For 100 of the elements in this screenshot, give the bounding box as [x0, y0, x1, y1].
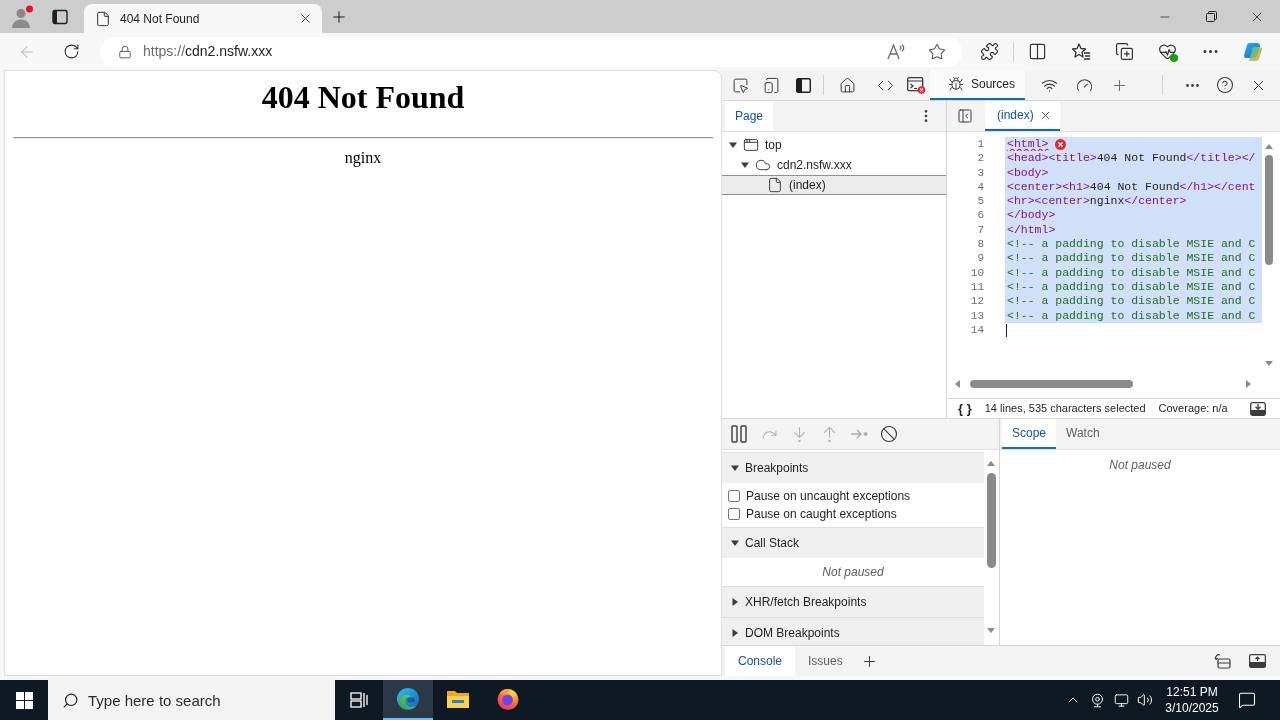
code-line: <html>: [1006, 137, 1049, 152]
coverage-status: Coverage: n/a: [1158, 401, 1228, 417]
volume-icon[interactable]: [1137, 692, 1153, 708]
slashed-circle-icon[interactable]: [880, 425, 898, 443]
navigator-tab[interactable]: Page: [725, 101, 774, 131]
code-line: <!-- a padding to disable MSIE and C: [1006, 237, 1256, 252]
cloud-icon: [755, 157, 771, 173]
section-header[interactable]: XHR/fetch Breakpoints: [722, 586, 984, 617]
assistant-logo-icon[interactable]: [1242, 40, 1264, 63]
caret-down-icon[interactable]: [731, 539, 739, 547]
line-number: 9: [977, 251, 984, 266]
letter-sound-icon[interactable]: [887, 43, 906, 60]
file-icon: [767, 177, 783, 193]
line-number: 8: [977, 237, 984, 252]
heart-pulse-icon[interactable]: [1158, 41, 1178, 62]
file-tab[interactable]: (index): [985, 101, 1060, 131]
line-number: 3: [977, 165, 984, 180]
line-number: 11: [970, 279, 984, 295]
fox-globe-icon: [496, 687, 520, 711]
caret-right-icon[interactable]: [731, 629, 739, 637]
split-screen-icon[interactable]: [1028, 42, 1047, 61]
line-number: 13: [970, 308, 984, 323]
code-line: </html>: [1006, 222, 1056, 238]
server-name: nginx: [344, 149, 382, 167]
camera-icon[interactable]: [1089, 692, 1105, 708]
scroll-right-arrow-icon[interactable]: [1246, 379, 1251, 388]
code-line: <!-- a padding to disable MSIE and C: [1006, 308, 1256, 323]
checkbox-label: Pause on caught exceptions: [746, 506, 897, 523]
selection-info: 14 lines, 535 characters selected: [984, 401, 1146, 417]
pointer-square-icon[interactable]: [731, 76, 749, 94]
tray-curved-arrow-icon[interactable]: [1214, 653, 1231, 669]
drawer-tab[interactable]: Console: [725, 646, 796, 676]
speech-bubble-icon[interactable]: [1238, 691, 1256, 709]
code-line: <hr><center>nginx</center>: [1006, 194, 1187, 209]
address-bar[interactable]: https://cdn2.nsfw.xxx: [100, 36, 962, 67]
windows-logo-icon[interactable]: [15, 691, 33, 709]
section-header[interactable]: Call Stack: [722, 527, 984, 558]
drawer-tab[interactable]: Issues: [795, 646, 856, 676]
format-button[interactable]: { }: [958, 398, 972, 419]
folder-icon: [446, 688, 470, 710]
home-icon[interactable]: [838, 76, 856, 94]
caret-down-icon[interactable]: [731, 464, 739, 472]
clock-date[interactable]: 3/10/2025: [1165, 700, 1219, 716]
line-number: 7: [977, 222, 984, 238]
code-line: <!-- a padding to disable MSIE and C: [1006, 279, 1256, 295]
phone-tablet-icon[interactable]: [762, 76, 780, 94]
tree-item[interactable]: top: [722, 135, 946, 155]
star-icon[interactable]: [928, 42, 946, 61]
checkbox-label: Pause on uncaught exceptions: [746, 488, 911, 505]
code-line: <center><h1>404 Not Found</h1></cent: [1006, 179, 1256, 195]
section-header[interactable]: DOM Breakpoints: [722, 617, 984, 645]
scrollbar-thumb[interactable]: [1265, 155, 1273, 265]
code-line: <head><title>404 Not Found</title></: [1006, 151, 1256, 166]
code-line: <!-- a padding to disable MSIE and C: [1006, 265, 1256, 280]
scroll-down-arrow-icon[interactable]: [1265, 361, 1273, 366]
checkbox[interactable]: [728, 490, 740, 502]
search-field[interactable]: Type here to search: [48, 680, 335, 720]
profile-avatar-icon[interactable]: [10, 4, 34, 29]
close-icon[interactable]: [298, 11, 313, 26]
caret-down-icon[interactable]: [741, 161, 749, 169]
line-number: 14: [970, 322, 984, 338]
sidebar-tab[interactable]: Watch: [1056, 419, 1110, 449]
tree-item[interactable]: cdn2.nsfw.xxx: [722, 155, 946, 175]
scroll-left-arrow-icon[interactable]: [955, 379, 960, 388]
scroll-up-arrow-icon[interactable]: [987, 461, 995, 466]
side-panel-icon[interactable]: [52, 8, 68, 25]
help-icon[interactable]: [1216, 76, 1234, 94]
browser-tab[interactable]: 404 Not Found: [84, 4, 322, 33]
clock-time[interactable]: 12:51 PM: [1166, 684, 1218, 700]
code-line: </body>: [1006, 208, 1056, 223]
restore-icon[interactable]: [1205, 11, 1217, 22]
scroll-up-arrow-icon[interactable]: [1265, 144, 1273, 149]
caret-right-icon[interactable]: [731, 598, 739, 606]
checkbox[interactable]: [728, 508, 740, 520]
terminal-error-icon[interactable]: [907, 76, 926, 94]
pause-icon[interactable]: [731, 425, 747, 443]
copy-plus-icon[interactable]: [1115, 42, 1134, 61]
scroll-down-arrow-icon[interactable]: [987, 628, 995, 633]
tree-item[interactable]: (index): [722, 175, 946, 195]
puzzle-icon[interactable]: [980, 42, 999, 61]
lock-icon[interactable]: [118, 44, 132, 59]
star-list-icon[interactable]: [1071, 41, 1091, 62]
code-line: <body>: [1006, 165, 1049, 180]
page-icon: [95, 10, 111, 27]
section-header[interactable]: Breakpoints: [722, 452, 984, 483]
scrollbar-thumb[interactable]: [986, 473, 996, 568]
page-heading: 404 Not Found: [261, 79, 465, 116]
taskbar-app-button[interactable]: [383, 680, 433, 720]
sidebar-tab[interactable]: Scope: [1002, 419, 1057, 449]
line-number: 10: [970, 265, 984, 280]
empty-message: Not paused: [821, 564, 885, 581]
monitor-icon[interactable]: [1113, 692, 1129, 708]
tool-tab[interactable]: Sources: [930, 70, 1025, 100]
caret-down-icon[interactable]: [729, 141, 737, 149]
line-number: 5: [977, 194, 984, 209]
gauge-icon[interactable]: [1075, 76, 1093, 94]
refresh-icon[interactable]: [62, 43, 80, 60]
task-view-icon[interactable]: [350, 692, 368, 708]
panel-left-icon[interactable]: [795, 77, 811, 93]
scrollbar-thumb[interactable]: [970, 379, 1133, 388]
